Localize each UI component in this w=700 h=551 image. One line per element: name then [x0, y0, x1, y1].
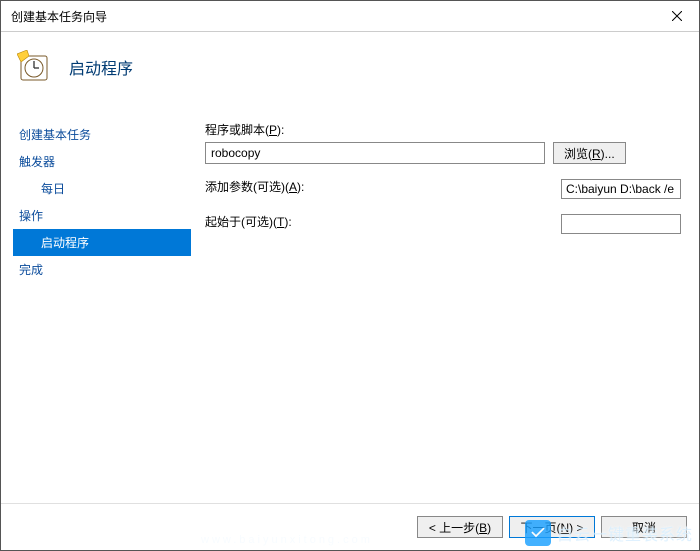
step-trigger[interactable]: 触发器 [13, 148, 191, 175]
wizard-body: 创建基本任务 触发器 每日 操作 启动程序 完成 程序或脚本(P): 浏览(R)… [1, 101, 699, 504]
close-icon [672, 11, 682, 21]
cancel-button[interactable]: 取消 [601, 516, 687, 538]
arguments-label: 添加参数(可选)(A): [205, 178, 304, 195]
program-script-input[interactable] [205, 142, 545, 164]
next-button[interactable]: 下一页(N) > [509, 516, 595, 538]
back-button[interactable]: < 上一步(B) [417, 516, 503, 538]
startin-input[interactable] [561, 214, 681, 234]
window-title: 创建基本任务向导 [11, 8, 107, 25]
startin-row: 起始于(可选)(T): [205, 213, 681, 234]
step-action[interactable]: 操作 [13, 202, 191, 229]
step-finish[interactable]: 完成 [13, 256, 191, 283]
titlebar: 创建基本任务向导 [1, 1, 699, 32]
startin-label: 起始于(可选)(T): [205, 213, 292, 230]
browse-button[interactable]: 浏览(R)... [553, 142, 626, 164]
wizard-steps-nav: 创建基本任务 触发器 每日 操作 启动程序 完成 [1, 101, 191, 503]
arguments-input[interactable] [561, 179, 681, 199]
step-create-basic-task[interactable]: 创建基本任务 [13, 121, 191, 148]
wizard-header: 启动程序 [1, 32, 699, 102]
wizard-window: 创建基本任务向导 启动程序 创建基本任务 触发器 每日 操作 [0, 0, 700, 551]
task-scheduler-icon [17, 50, 51, 84]
arguments-row: 添加参数(可选)(A): [205, 178, 681, 199]
form-panel: 程序或脚本(P): 浏览(R)... 添加参数(可选)(A): 起始于(可选)(… [191, 101, 699, 503]
wizard-footer: < 上一步(B) 下一页(N) > 取消 [1, 504, 699, 550]
close-button[interactable] [654, 1, 699, 31]
program-row: 浏览(R)... [205, 142, 681, 164]
page-heading: 启动程序 [69, 55, 133, 79]
step-action-start-program[interactable]: 启动程序 [13, 229, 191, 256]
program-script-label: 程序或脚本(P): [205, 121, 681, 138]
step-trigger-daily[interactable]: 每日 [13, 175, 191, 202]
